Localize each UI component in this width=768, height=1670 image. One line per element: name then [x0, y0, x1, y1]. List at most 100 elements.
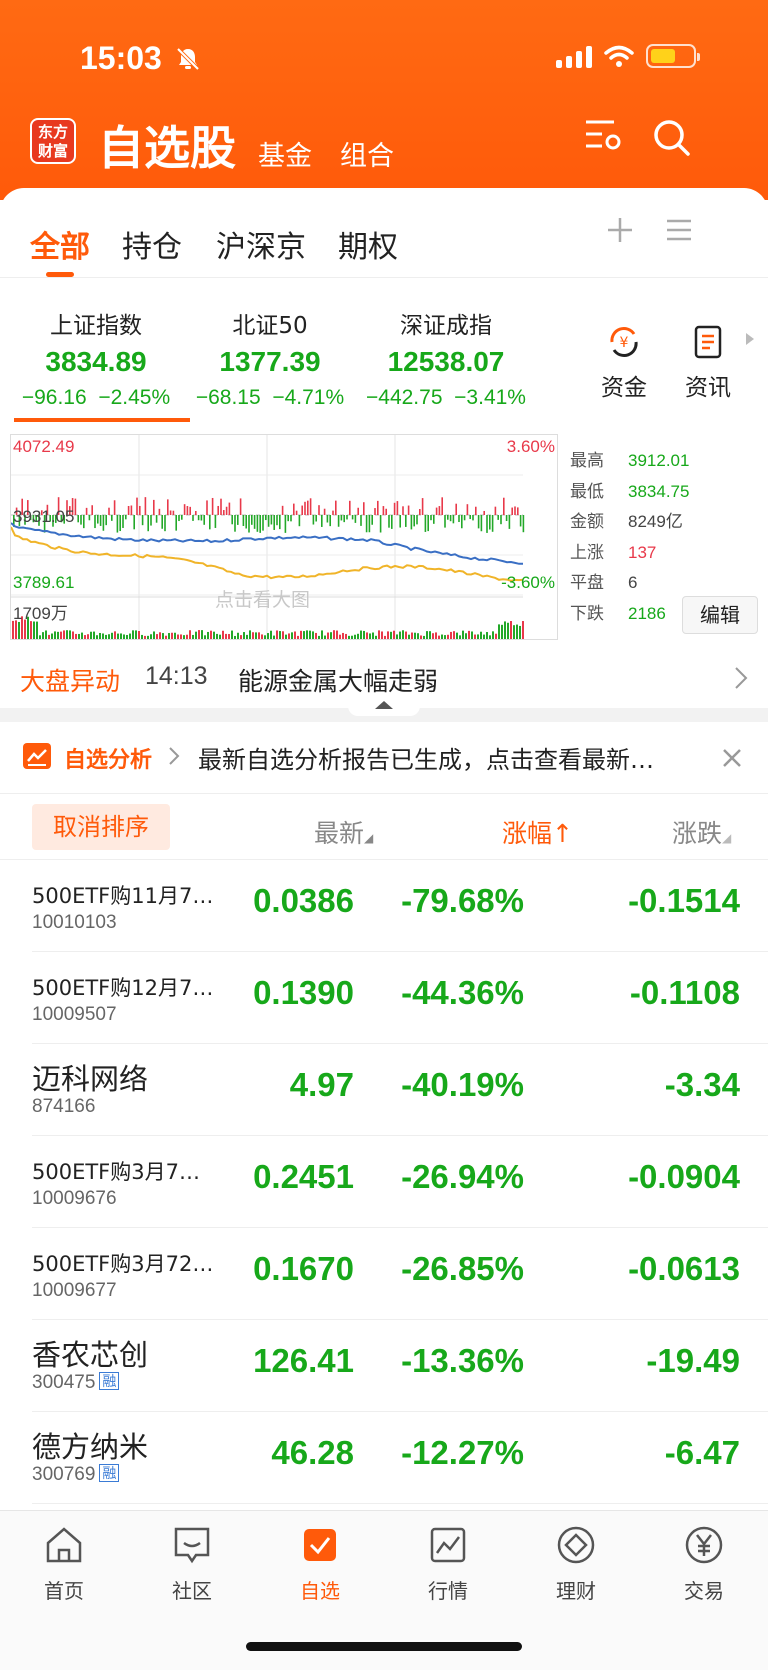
tab-all[interactable]: 全部: [30, 222, 90, 266]
stock-pct: -13.36%: [401, 1342, 524, 1379]
breadth-bar-up: [419, 509, 421, 515]
breadth-bar-down: [164, 515, 166, 532]
volume-bar-down: [126, 634, 128, 639]
volume-bar-down: [204, 635, 206, 639]
nav-community[interactable]: 社区: [142, 1523, 242, 1604]
volume-bar-down: [93, 631, 95, 639]
nav-trade[interactable]: 交易: [654, 1523, 754, 1604]
nav-home[interactable]: 首页: [14, 1523, 114, 1604]
volume-bar-down: [174, 632, 176, 639]
breadth-bar-up: [293, 503, 295, 515]
volume-bar-down: [207, 631, 209, 639]
chart-mid-label: 3931.05: [13, 507, 75, 526]
volume-bar-up: [288, 633, 290, 639]
scroll-right-icon[interactable]: [744, 332, 756, 346]
nav-market[interactable]: 行情: [398, 1523, 498, 1604]
edit-button[interactable]: 编辑: [682, 596, 758, 634]
stock-row[interactable]: 500ETF购3月7… 10009676 0.2451 -26.94% -0.0904: [0, 1136, 768, 1228]
index-change: −68.15 −4.71%: [195, 386, 345, 409]
news-button[interactable]: 资讯: [678, 324, 738, 402]
volume-bar-up: [261, 634, 263, 639]
stock-row[interactable]: 500ETF购3月72… 10009677 0.1670 -26.85% -0.0613: [0, 1228, 768, 1320]
volume-bar-up: [438, 635, 440, 639]
banner-title: 自选分析: [64, 748, 153, 773]
index-bz50[interactable]: 北证50 1377.39 −68.15 −4.71%: [180, 306, 360, 410]
volume-bar-down: [99, 632, 101, 639]
top-tab-funds[interactable]: 基金: [258, 134, 312, 173]
breadth-bar-down: [94, 515, 96, 529]
volume-bar-up: [510, 621, 512, 639]
nav-watchlist[interactable]: 自选: [270, 1523, 370, 1604]
breadth-bar-up: [349, 500, 351, 515]
watchlist-analysis-banner[interactable]: 自选分析 最新自选分析报告已生成，点击查看最新…: [0, 722, 768, 794]
list-settings-icon[interactable]: [584, 118, 624, 154]
breadth-bar-down: [203, 515, 205, 525]
volume-bar-down: [417, 633, 419, 639]
volume-bar-up: [222, 630, 224, 639]
breadth-bar-up: [85, 507, 88, 515]
stock-row[interactable]: 500ETF购12月7… 10009507 0.1390 -44.36% -0.1108: [0, 952, 768, 1044]
nav-wealth[interactable]: 理财: [526, 1523, 626, 1604]
market-chart-icon: [430, 1527, 466, 1563]
volume-bar-up: [87, 634, 89, 639]
stock-row[interactable]: 香农芯创 300475 融 126.41 -13.36% -19.49: [0, 1320, 768, 1412]
volume-bar-up: [432, 633, 434, 639]
breadth-bar-down: [519, 515, 522, 527]
volume-bar-up: [48, 634, 50, 639]
stat-row: 最高 3912.01: [570, 446, 689, 471]
breadth-bar-down: [253, 515, 256, 529]
breadth-bar-up: [514, 506, 516, 515]
nav-market-label: 行情: [428, 1579, 468, 1603]
breadth-bar-up: [189, 506, 191, 515]
breadth-bar-up: [144, 497, 147, 515]
watchlist-icon: [304, 1529, 336, 1561]
tab-options[interactable]: 期权: [338, 222, 398, 266]
tab-holdings[interactable]: 持仓: [122, 222, 182, 266]
top-tab-portfolio[interactable]: 组合: [340, 134, 394, 173]
chart-low-pct: -3.60%: [501, 573, 555, 592]
tab-shanghai-shenzhen-beijing[interactable]: 沪深京: [216, 222, 306, 266]
stat-value: 3834.75: [628, 481, 690, 501]
intraday-chart[interactable]: 4072.49 3.60% 3931.05 3789.61 -3.60% 170…: [10, 434, 558, 640]
stock-name: 香农芯创: [32, 1338, 149, 1372]
breadth-bar-up: [136, 497, 138, 515]
stock-row[interactable]: 500ETF购11月7… 10010103 0.0386 -79.68% -0.1514: [0, 860, 768, 952]
breadth-bar-up: [332, 510, 334, 515]
index-shenzhen[interactable]: 深证成指 12538.07 −442.75 −3.41%: [356, 306, 536, 410]
stock-code: 300475 融: [32, 1372, 120, 1394]
sort-change-header[interactable]: 涨跌◢: [672, 814, 768, 850]
volume-bar-down: [111, 632, 113, 639]
stock-code: 10010103: [32, 912, 117, 933]
stock-price: 0.1390: [253, 974, 354, 1011]
sort-latest-header[interactable]: 最新◢: [314, 814, 373, 850]
volume-bar-down: [147, 635, 149, 639]
breadth-bar-up: [167, 499, 169, 515]
volume-bar-up: [450, 631, 452, 639]
cancel-sort-button[interactable]: 取消排序: [32, 804, 170, 850]
wealth-diamond-icon: [557, 1526, 595, 1564]
breadth-bar-down: [192, 515, 194, 521]
breadth-bar-down: [399, 515, 401, 528]
close-icon[interactable]: [722, 748, 742, 768]
volume-bar-down: [306, 630, 308, 639]
breadth-bar-down: [141, 515, 144, 526]
volume-bar-down: [66, 630, 68, 639]
stock-row[interactable]: 德方纳米 300769 融 46.28 -12.27% -6.47: [0, 1412, 768, 1504]
breadth-bar-down: [175, 515, 177, 531]
volume-bar-down: [279, 631, 281, 639]
volume-bar-up: [387, 631, 389, 639]
breadth-bar-up: [517, 507, 519, 515]
add-icon[interactable]: [606, 216, 634, 244]
stock-name: 迈科网络: [32, 1062, 149, 1096]
sort-pct-header[interactable]: 涨幅↑: [502, 814, 573, 850]
collapse-handle[interactable]: [348, 694, 420, 716]
signal-icon: [556, 44, 592, 68]
stock-row[interactable]: 迈科网络 874166 4.97 -40.19% -3.34: [0, 1044, 768, 1136]
search-icon[interactable]: [652, 118, 692, 158]
news-label: 资讯: [685, 375, 731, 401]
index-shanghai[interactable]: 上证指数 3834.89 −96.16 −2.45%: [6, 306, 186, 410]
selected-index-indicator: [14, 418, 190, 422]
menu-icon[interactable]: [666, 218, 692, 242]
volume-bar-up: [138, 631, 140, 639]
capital-flow-button[interactable]: ¥ 资金: [594, 324, 654, 402]
